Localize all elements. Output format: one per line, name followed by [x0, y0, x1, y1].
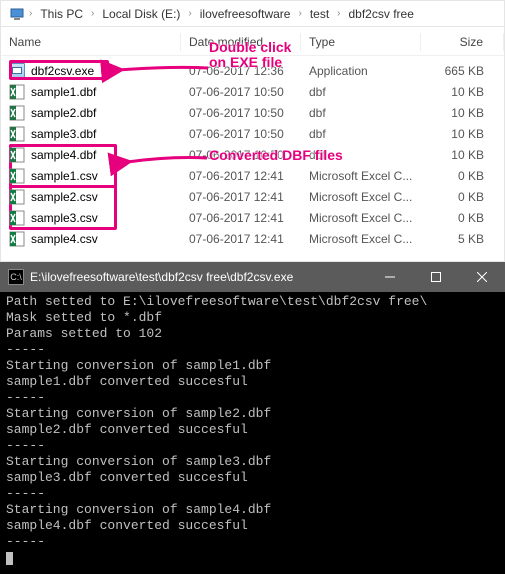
table-row[interactable]: sample2.dbf07-06-2017 10:50dbf10 KB [1, 102, 504, 123]
file-type: dbf [301, 127, 421, 141]
crumb-drive[interactable]: Local Disk (E:) [98, 5, 184, 23]
file-date: 07-06-2017 12:41 [181, 190, 301, 204]
arrow-icon [121, 152, 211, 175]
file-date: 07-06-2017 12:41 [181, 211, 301, 225]
crumb-folder-2[interactable]: test [306, 5, 333, 23]
table-row[interactable]: sample3.dbf07-06-2017 10:50dbf10 KB [1, 123, 504, 144]
breadcrumb[interactable]: › This PC › Local Disk (E:) › ilovefrees… [1, 1, 504, 27]
console-titlebar[interactable]: C:\ E:\ilovefreesoftware\test\dbf2csv fr… [0, 262, 505, 292]
chevron-right-icon: › [335, 8, 342, 19]
file-size: 5 KB [421, 232, 504, 246]
chevron-right-icon: › [89, 8, 96, 19]
file-name[interactable]: sample3.csv [1, 210, 181, 226]
file-size: 0 KB [421, 169, 504, 183]
table-row[interactable]: sample1.csv07-06-2017 12:41Microsoft Exc… [1, 165, 504, 186]
console-window: C:\ E:\ilovefreesoftware\test\dbf2csv fr… [0, 262, 505, 574]
file-date: 07-06-2017 10:50 [181, 106, 301, 120]
file-type: Microsoft Excel C... [301, 190, 421, 204]
file-size: 10 KB [421, 127, 504, 141]
table-row[interactable]: sample4.csv07-06-2017 12:41Microsoft Exc… [1, 228, 504, 249]
file-date: 07-06-2017 12:41 [181, 232, 301, 246]
file-size: 665 KB [421, 64, 504, 78]
file-name[interactable]: sample2.csv [1, 189, 181, 205]
chevron-right-icon: › [27, 8, 34, 19]
annotation-double-click: Double clickon EXE file [209, 40, 291, 70]
console-output[interactable]: Path setted to E:\ilovefreesoftware\test… [0, 292, 505, 574]
file-type: dbf [301, 85, 421, 99]
minimize-button[interactable] [367, 262, 413, 292]
table-row[interactable]: sample2.csv07-06-2017 12:41Microsoft Exc… [1, 186, 504, 207]
file-type: dbf [301, 106, 421, 120]
file-explorer-window: › This PC › Local Disk (E:) › ilovefrees… [0, 0, 505, 262]
table-row[interactable]: sample3.csv07-06-2017 12:41Microsoft Exc… [1, 207, 504, 228]
crumb-this-pc[interactable]: This PC [36, 5, 87, 23]
close-button[interactable] [459, 262, 505, 292]
crumb-folder-1[interactable]: ilovefreesoftware [196, 5, 295, 23]
column-type[interactable]: Type [301, 33, 421, 51]
cmd-icon: C:\ [8, 269, 24, 285]
file-size: 10 KB [421, 106, 504, 120]
file-type: Application [301, 64, 421, 78]
file-type: Microsoft Excel C... [301, 169, 421, 183]
chevron-right-icon: › [186, 8, 193, 19]
chevron-right-icon: › [296, 8, 303, 19]
maximize-button[interactable] [413, 262, 459, 292]
console-title: E:\ilovefreesoftware\test\dbf2csv free\d… [30, 270, 367, 284]
file-type: Microsoft Excel C... [301, 232, 421, 246]
arrow-icon [113, 64, 213, 87]
file-size: 10 KB [421, 148, 504, 162]
file-size: 10 KB [421, 85, 504, 99]
file-name[interactable]: sample3.dbf [1, 126, 181, 142]
column-size[interactable]: Size [421, 33, 504, 51]
column-name[interactable]: Name [1, 33, 181, 51]
file-date: 07-06-2017 10:50 [181, 127, 301, 141]
table-row[interactable]: sample1.dbf07-06-2017 10:50dbf10 KB [1, 81, 504, 102]
file-name[interactable]: sample2.dbf [1, 105, 181, 121]
annotation-converted: Converted DBF files [209, 148, 343, 163]
crumb-folder-3[interactable]: dbf2csv free [345, 5, 418, 23]
file-list: Double clickon EXE file Converted DBF fi… [1, 56, 504, 261]
file-size: 0 KB [421, 190, 504, 204]
file-size: 0 KB [421, 211, 504, 225]
file-name[interactable]: sample4.csv [1, 231, 181, 247]
file-type: Microsoft Excel C... [301, 211, 421, 225]
pc-icon [9, 6, 25, 22]
